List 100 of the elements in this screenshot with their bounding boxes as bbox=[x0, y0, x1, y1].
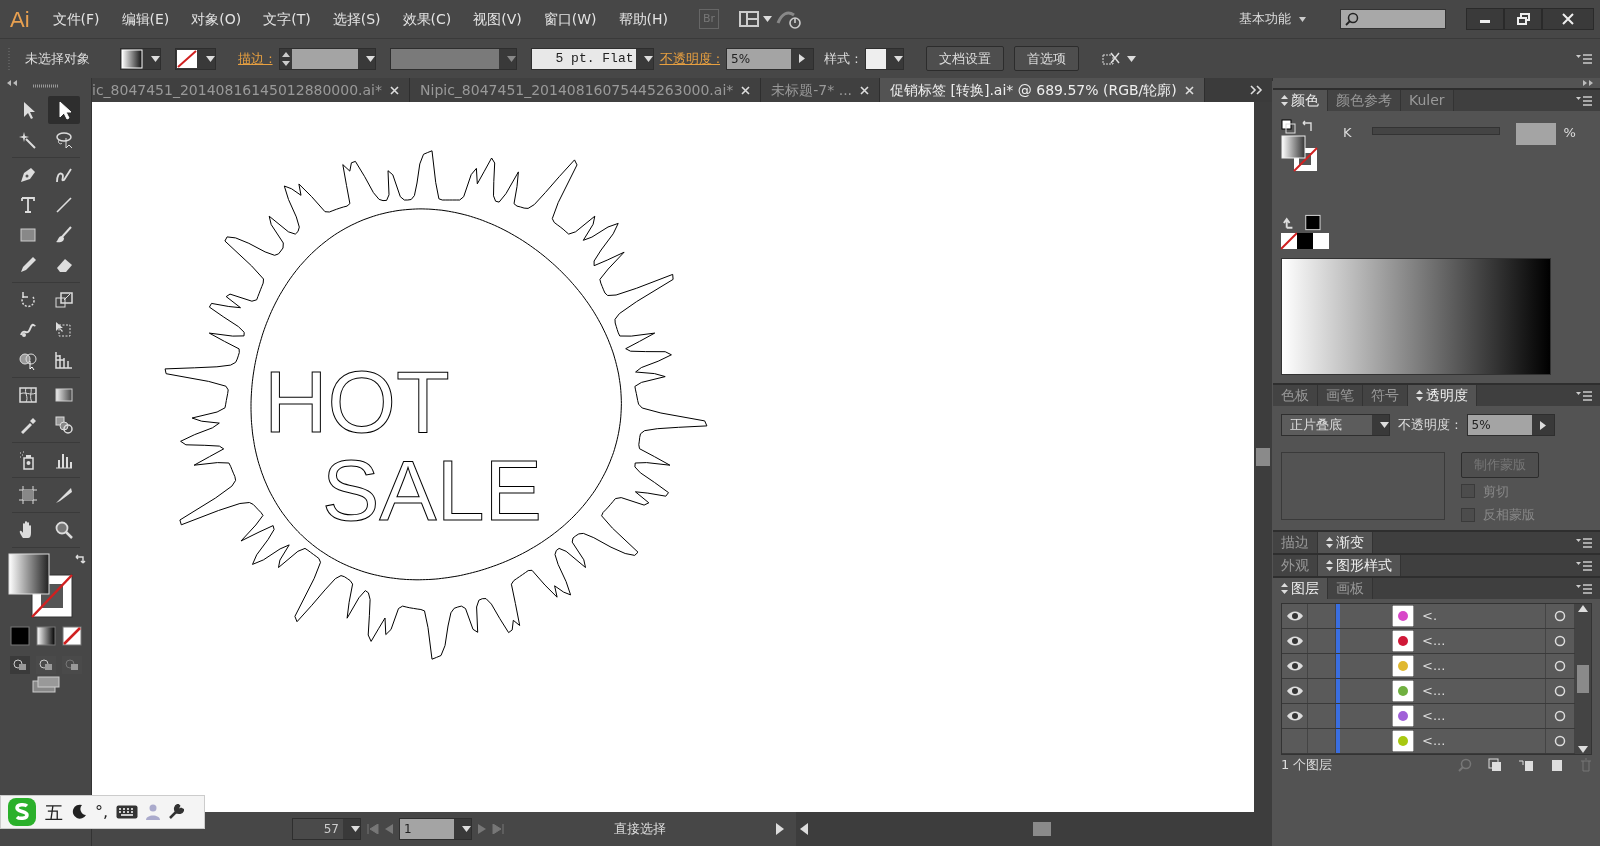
target-icon[interactable] bbox=[1554, 710, 1566, 722]
menu-item[interactable]: 文字(T) bbox=[254, 4, 320, 34]
panel-tab[interactable]: 色板 bbox=[1273, 385, 1318, 406]
punctuation-toggle[interactable]: °, bbox=[95, 800, 109, 824]
layer-row[interactable]: <... bbox=[1282, 679, 1575, 704]
close-tab-icon[interactable] bbox=[390, 85, 399, 95]
panel-tab[interactable]: Kuler bbox=[1401, 90, 1454, 111]
caret-icon[interactable] bbox=[1380, 422, 1389, 428]
brush-dropdown[interactable]: 5 pt. Flat bbox=[530, 47, 654, 70]
panel-menu-icon[interactable] bbox=[1576, 560, 1592, 571]
layer-row[interactable]: <... bbox=[1282, 629, 1575, 654]
page-field[interactable]: 1 bbox=[399, 818, 472, 840]
caret-icon[interactable] bbox=[763, 16, 773, 22]
scroll-thumb-icon[interactable] bbox=[1577, 665, 1589, 693]
blend-mode-dropdown[interactable]: 正片叠底 bbox=[1281, 414, 1390, 436]
new-sublayer-icon[interactable] bbox=[1518, 757, 1534, 772]
status-menu-icon[interactable] bbox=[776, 823, 784, 835]
target-icon[interactable] bbox=[1554, 735, 1566, 747]
eye-icon[interactable] bbox=[1285, 660, 1304, 672]
eye-icon[interactable] bbox=[1285, 610, 1304, 622]
sync-icon[interactable] bbox=[776, 9, 803, 29]
document-tab[interactable]: 促销标签 [转换].ai* @ 689.57% (RGB/轮廓) bbox=[880, 78, 1205, 102]
menu-item[interactable]: 效果(C) bbox=[393, 4, 461, 34]
scroll-down-icon[interactable] bbox=[1578, 746, 1588, 754]
opacity-field[interactable]: 5% bbox=[1466, 414, 1555, 436]
document-tab[interactable]: ic_8047451_20140816145012880000.ai* bbox=[92, 78, 410, 102]
panel-menu-icon[interactable] bbox=[1576, 53, 1592, 64]
stroke-link[interactable]: 描边 : bbox=[238, 48, 273, 69]
checkbox[interactable] bbox=[1461, 484, 1475, 499]
target-icon[interactable] bbox=[1554, 660, 1566, 672]
eye-icon[interactable] bbox=[1285, 635, 1304, 647]
panel-menu-icon[interactable] bbox=[1576, 583, 1592, 594]
menu-item[interactable]: 窗口(W) bbox=[534, 4, 606, 34]
panel-tab[interactable]: 符号 bbox=[1363, 385, 1408, 406]
scroll-up-icon[interactable] bbox=[1578, 604, 1588, 612]
toolbar-button[interactable]: 首选项 bbox=[1013, 45, 1079, 72]
caret-icon[interactable] bbox=[643, 55, 653, 62]
opacity-field[interactable]: 5% bbox=[726, 47, 815, 70]
panel-tab[interactable]: 外观 bbox=[1273, 555, 1318, 576]
panel-menu-icon[interactable] bbox=[1576, 95, 1592, 106]
menu-item[interactable]: 帮助(H) bbox=[609, 4, 678, 34]
panel-tab[interactable]: 渐变 bbox=[1318, 532, 1373, 553]
menu-item[interactable]: 视图(V) bbox=[464, 4, 531, 34]
menu-item[interactable]: 选择(S) bbox=[323, 4, 390, 34]
gradient-mode-icon[interactable] bbox=[34, 625, 57, 647]
screen-mode-icon[interactable] bbox=[30, 675, 61, 693]
panel-menu-icon[interactable] bbox=[1576, 537, 1592, 548]
layer-row[interactable]: <... bbox=[1282, 704, 1575, 729]
target-icon[interactable] bbox=[1554, 635, 1566, 647]
panel-menu-icon[interactable] bbox=[1576, 390, 1592, 401]
eye-icon[interactable] bbox=[1285, 685, 1304, 697]
k-value-field[interactable] bbox=[1515, 123, 1556, 145]
target-icon[interactable] bbox=[1554, 685, 1566, 697]
panel-tab[interactable]: 图形样式 bbox=[1318, 555, 1401, 576]
caret-icon[interactable] bbox=[206, 55, 215, 62]
panel-tab[interactable]: 颜色 bbox=[1273, 90, 1328, 111]
menu-item[interactable]: 编辑(E) bbox=[112, 4, 179, 34]
search-field[interactable] bbox=[1340, 9, 1446, 29]
close-button[interactable] bbox=[1542, 8, 1594, 30]
panel-tab[interactable]: 画笔 bbox=[1318, 385, 1363, 406]
minimize-button[interactable] bbox=[1466, 8, 1504, 30]
fill-dropdown[interactable] bbox=[120, 47, 161, 70]
k-slider-track[interactable] bbox=[1371, 127, 1500, 135]
input-method-logo-icon[interactable] bbox=[7, 797, 37, 827]
opacity-link[interactable]: 不透明度 : bbox=[659, 48, 721, 69]
target-icon[interactable] bbox=[1554, 610, 1566, 622]
keyboard-icon[interactable] bbox=[116, 805, 139, 819]
panel-tab[interactable]: 图层 bbox=[1273, 578, 1328, 599]
document-tab[interactable]: 未标题-7* ... bbox=[761, 78, 881, 102]
caret-icon[interactable] bbox=[365, 55, 375, 62]
quick-swatches-icon[interactable] bbox=[1281, 232, 1331, 250]
draw-normal-icon[interactable] bbox=[8, 655, 31, 675]
menu-item[interactable]: 对象(O) bbox=[182, 4, 251, 34]
wrench-icon[interactable] bbox=[168, 804, 185, 820]
grayscale-spectrum[interactable] bbox=[1281, 258, 1551, 375]
default-colors-icon[interactable] bbox=[1281, 119, 1315, 135]
panel-tab[interactable]: 透明度 bbox=[1408, 385, 1477, 406]
graphic-style-dropdown[interactable] bbox=[864, 47, 904, 70]
panel-tab[interactable]: 描边 bbox=[1273, 532, 1318, 553]
new-layer-icon[interactable] bbox=[1550, 757, 1564, 772]
variable-width-dropdown[interactable] bbox=[389, 47, 517, 70]
tool-button[interactable] bbox=[47, 96, 80, 124]
layer-row[interactable]: <... bbox=[1282, 654, 1575, 679]
moon-icon[interactable] bbox=[71, 804, 87, 820]
horizontal-scroll-thumb-icon[interactable] bbox=[1033, 822, 1051, 836]
input-mode-toggle[interactable]: 五 bbox=[45, 798, 63, 826]
out-of-gamut-icon[interactable] bbox=[1281, 214, 1321, 232]
caret-icon[interactable] bbox=[151, 55, 160, 62]
fill-stroke-swatches-icon[interactable] bbox=[1281, 135, 1319, 173]
panel-tab[interactable]: 颜色参考 bbox=[1328, 90, 1401, 111]
caret-icon[interactable] bbox=[893, 55, 903, 62]
zoom-field[interactable]: 57 bbox=[292, 818, 361, 840]
close-tab-icon[interactable] bbox=[741, 85, 751, 95]
caret-icon[interactable] bbox=[1126, 55, 1136, 62]
caret-icon[interactable] bbox=[351, 826, 360, 832]
color-mode-icon[interactable] bbox=[8, 625, 31, 647]
restore-button[interactable] bbox=[1504, 8, 1542, 30]
none-mode-icon[interactable] bbox=[60, 625, 83, 647]
caret-icon[interactable] bbox=[462, 826, 471, 832]
checkbox[interactable] bbox=[1461, 507, 1475, 522]
